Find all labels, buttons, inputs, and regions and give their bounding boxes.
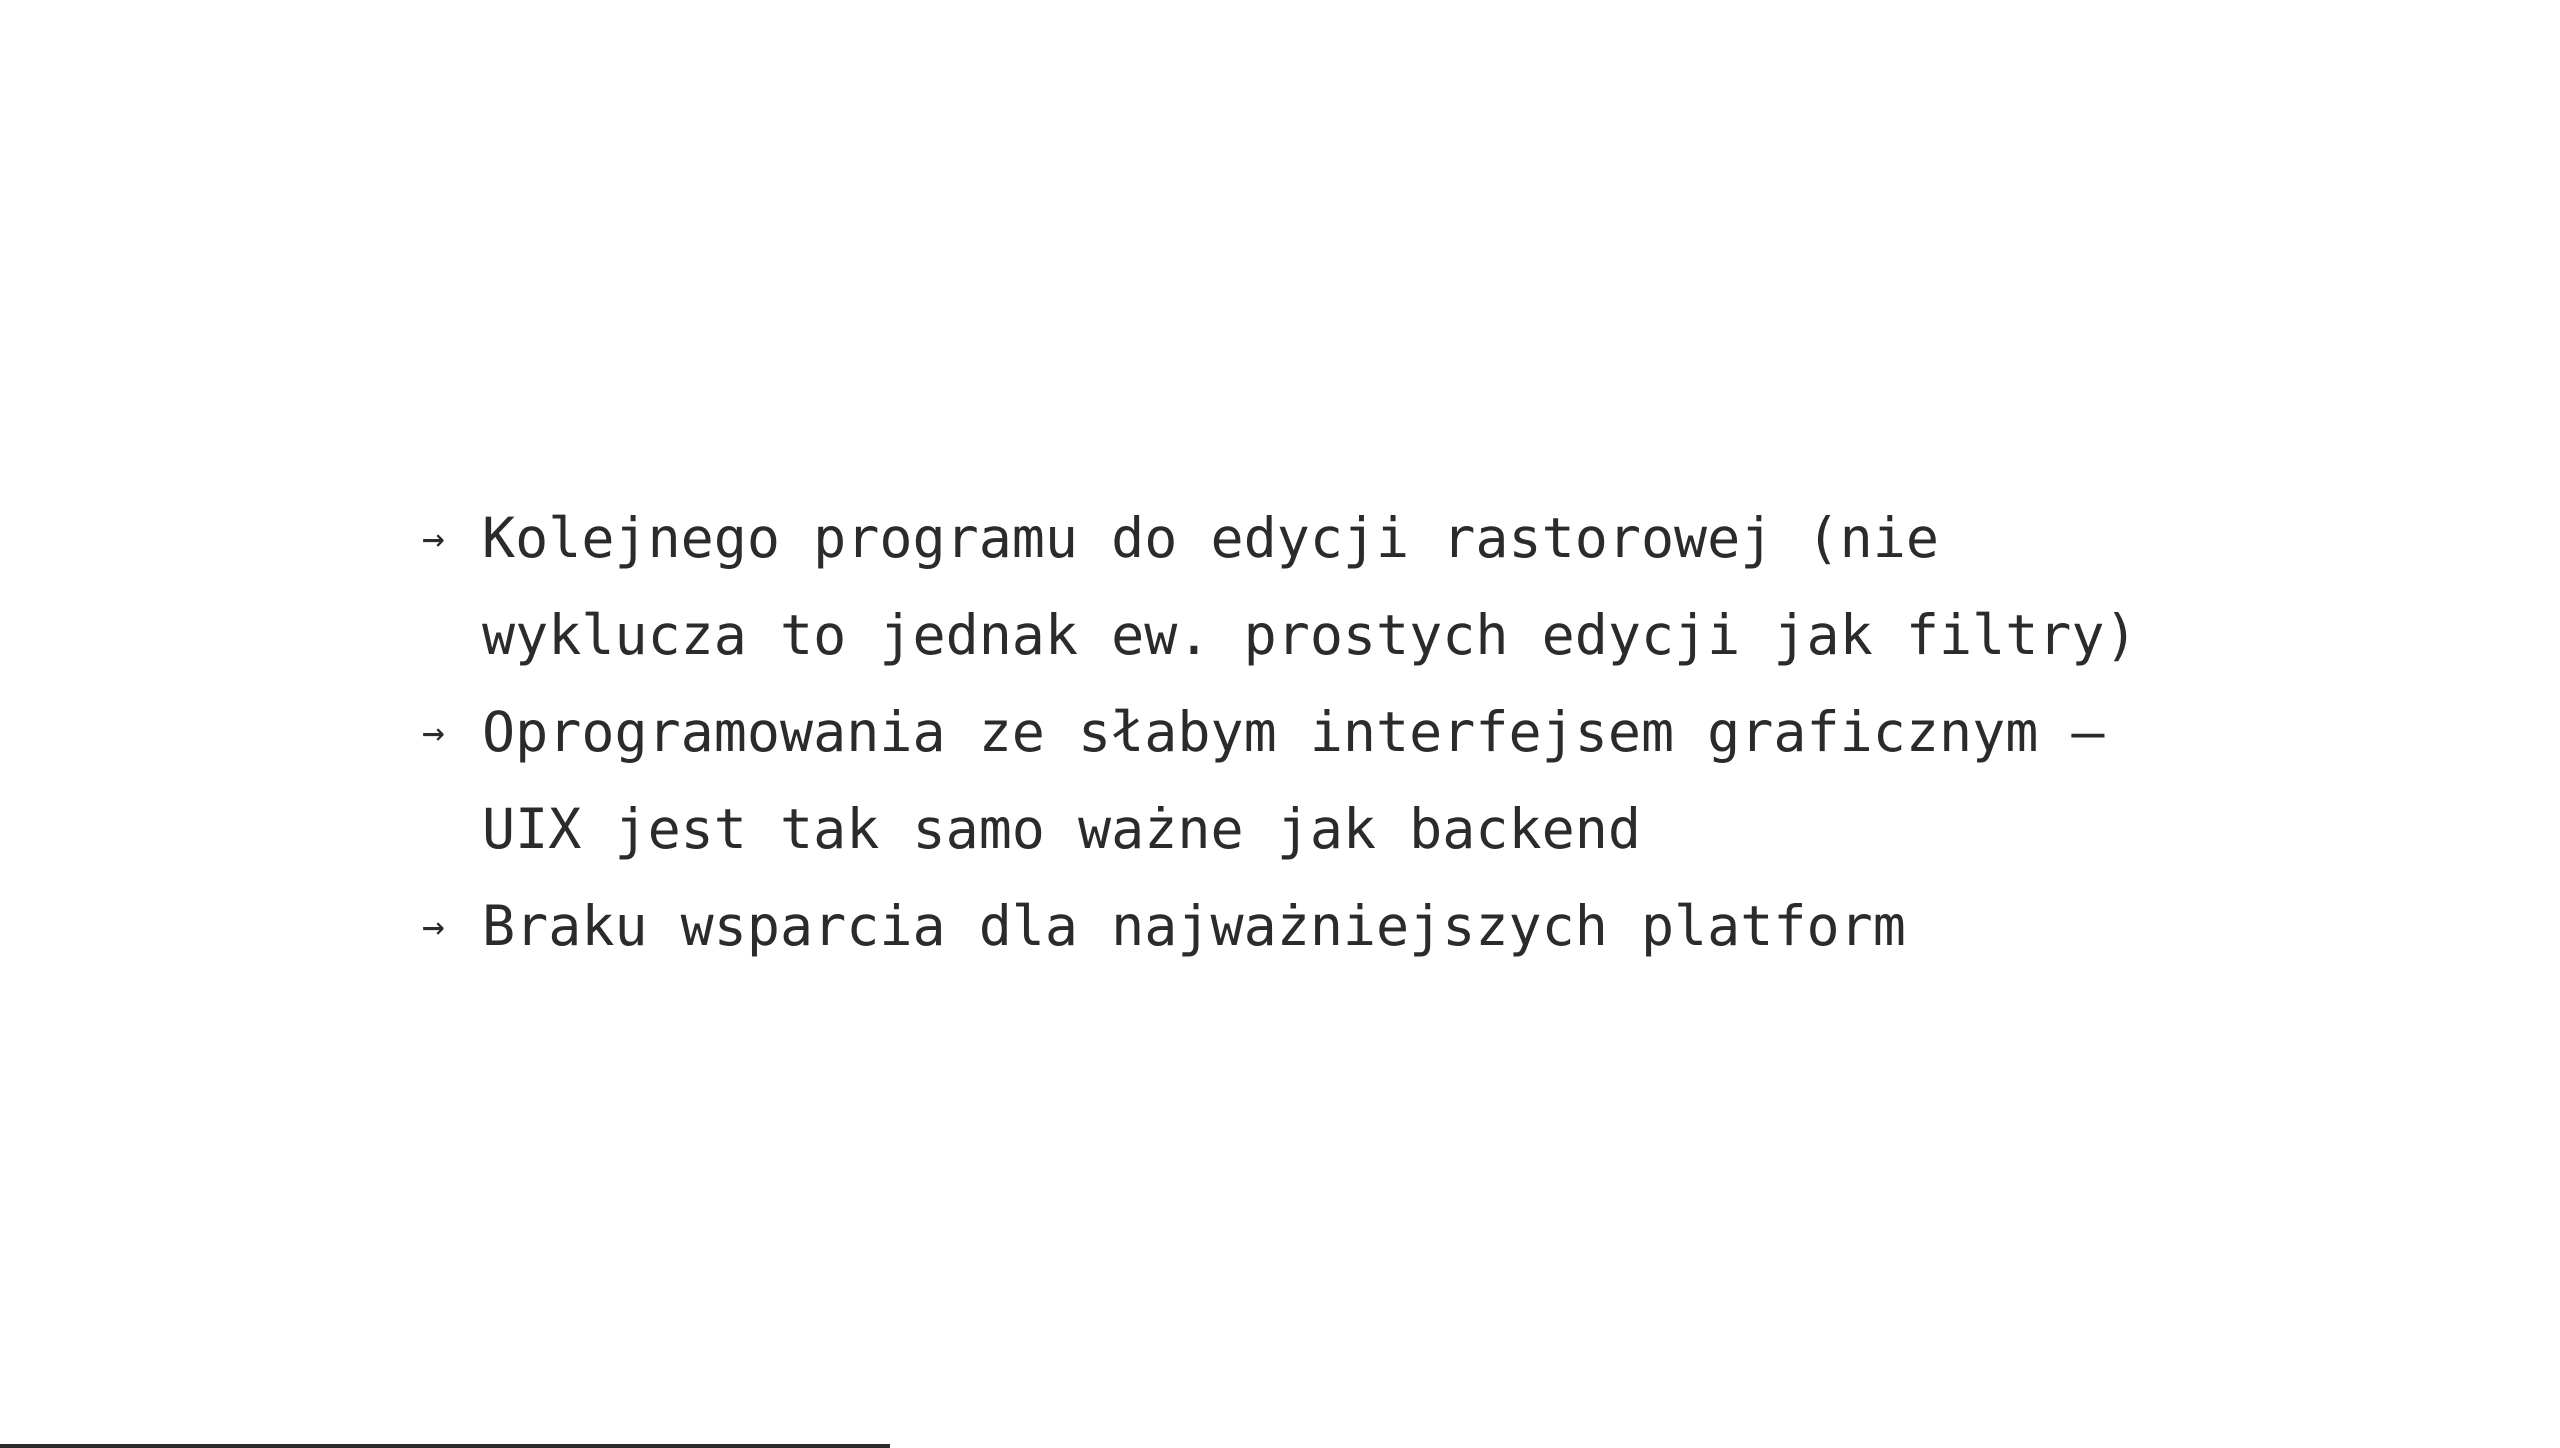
footer-divider (0, 1444, 890, 1448)
bullet-item-1: → Kolejnego programu do edycji rastorowe… (420, 490, 2180, 684)
arrow-right-icon: → (422, 516, 445, 560)
arrow-right-icon: → (422, 904, 445, 948)
bullet-item-2: → Oprogramowania ze słabym interfejsem g… (420, 684, 2180, 878)
bullet-item-3: → Braku wsparcia dla najważniejszych pla… (420, 878, 2180, 975)
bullet-list: → Kolejnego programu do edycji rastorowe… (420, 490, 2180, 975)
arrow-right-icon: → (422, 710, 445, 754)
bullet-text-3: Braku wsparcia dla najważniejszych platf… (482, 894, 1906, 958)
bullet-text-2: Oprogramowania ze słabym interfejsem gra… (482, 700, 2105, 861)
bullet-text-1: Kolejnego programu do edycji rastorowej … (482, 506, 2138, 667)
presentation-slide: → Kolejnego programu do edycji rastorowe… (0, 0, 2560, 1448)
